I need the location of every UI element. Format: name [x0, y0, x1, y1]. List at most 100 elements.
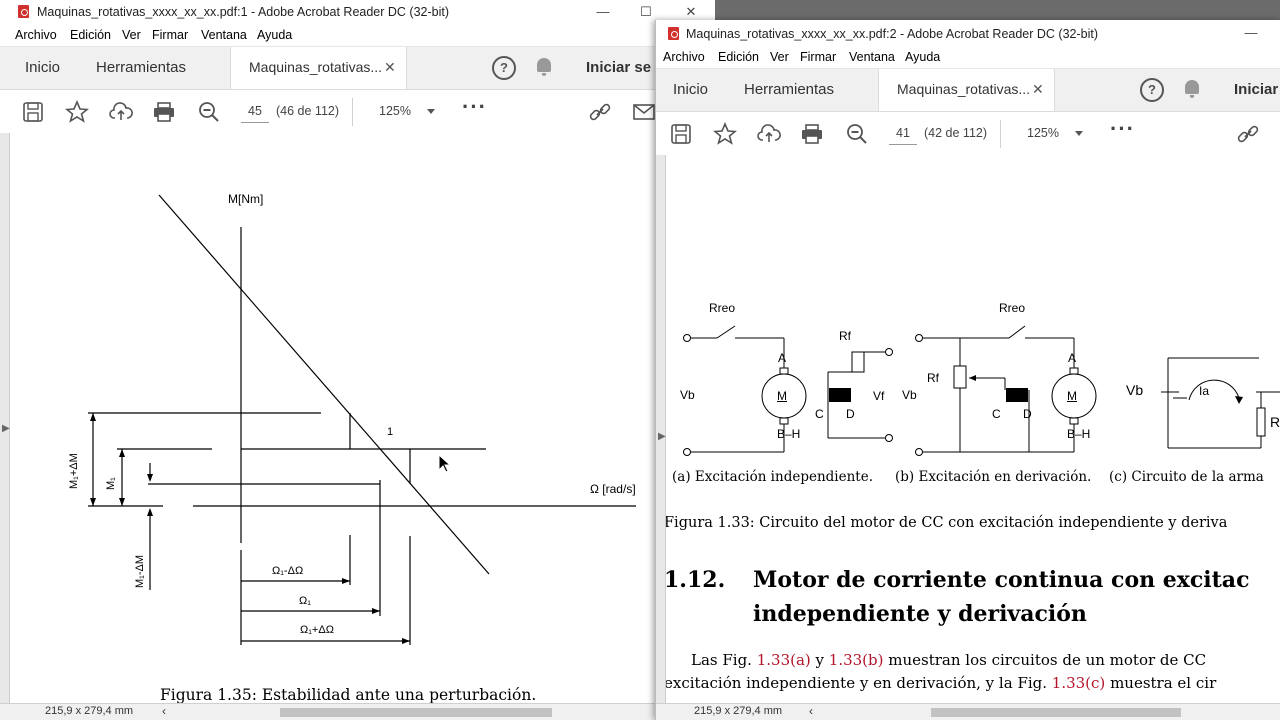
cloud-upload-icon[interactable] — [109, 100, 133, 124]
menu-ventana[interactable]: Ventana — [849, 50, 895, 64]
menu-ver[interactable]: Ver — [122, 28, 141, 42]
close-tab-icon[interactable]: ✕ — [1032, 81, 1044, 98]
bell-icon[interactable] — [1185, 80, 1199, 98]
link-fig-a[interactable]: 1.33(a) — [757, 651, 811, 669]
y-axis-label: M[Nm] — [228, 192, 264, 206]
acrobat-window-1: Maquinas_rotativas_xxxx_xx_xx.pdf:1 - Ad… — [0, 0, 715, 720]
close-button[interactable]: ✕ — [676, 3, 706, 21]
tab-tools[interactable]: Herramientas — [96, 59, 186, 76]
bell-icon[interactable] — [537, 58, 551, 76]
a-label-b: A — [1068, 351, 1077, 365]
r-label-c: R — [1270, 414, 1280, 430]
save-icon[interactable] — [21, 100, 45, 124]
stability-figure — [88, 194, 636, 645]
tab-document[interactable]: Maquinas_rotativas... ✕ — [230, 47, 407, 89]
tab-document[interactable]: Maquinas_rotativas... ✕ — [878, 69, 1055, 111]
c-label-b: C — [992, 407, 1001, 421]
c-label-a: C — [815, 407, 824, 421]
tab-home[interactable]: Inicio — [673, 81, 708, 98]
share-link-icon[interactable] — [588, 100, 612, 124]
print-icon[interactable] — [152, 100, 176, 124]
mail-icon[interactable] — [632, 100, 656, 124]
m-minus-label: M₁-ΔM — [134, 554, 146, 588]
page-size: 215,9 x 279,4 mm — [45, 705, 134, 717]
document-view[interactable]: Rreo Vb A M B–H Rf C D Vf Rreo Vb Rf C D… — [666, 155, 1280, 704]
vf-label: Vf — [873, 389, 885, 403]
star-icon[interactable] — [712, 121, 738, 146]
figure-caption: Figura 1.33: Circuito del motor de CC co… — [666, 515, 1228, 531]
document-view[interactable]: M[Nm] Ω [rad/s] 1 M₁+ΔM M₁ M₁-ΔM Ω₁-ΔΩ Ω… — [10, 133, 715, 704]
page-count: (42 de 112) — [924, 126, 988, 140]
bh-label-b: B–H — [1067, 427, 1091, 441]
scroll-left-icon[interactable]: ‹ — [162, 704, 166, 718]
menu-ayuda[interactable]: Ayuda — [257, 28, 292, 42]
close-tab-icon[interactable]: ✕ — [384, 59, 396, 76]
menu-firmar[interactable]: Firmar — [152, 28, 188, 42]
zoom-value: 125% — [379, 104, 411, 118]
zoom-select[interactable]: 125% — [1027, 126, 1083, 140]
menu-bar: Archivo Edición Ver Firmar Ventana Ayuda — [656, 46, 1280, 68]
vb-label-b: Vb — [902, 388, 917, 402]
zoom-select[interactable]: 125% — [379, 104, 435, 118]
menu-archivo[interactable]: Archivo — [663, 50, 705, 64]
tab-home[interactable]: Inicio — [25, 59, 60, 76]
figure-caption: Figura 1.35: Estabilidad ante una pertur… — [160, 686, 537, 704]
menu-edicion[interactable]: Edición — [718, 50, 759, 64]
pdf-icon — [668, 27, 679, 40]
cloud-upload-icon[interactable] — [757, 122, 781, 146]
page-number-input[interactable]: 41 — [889, 122, 917, 145]
section-title-line2: independiente y derivación — [753, 601, 1087, 627]
menu-ventana[interactable]: Ventana — [201, 28, 247, 42]
left-panel-toggle[interactable]: ▶ — [0, 133, 10, 703]
torque-curve — [158, 194, 490, 575]
motor-label-b: M — [1067, 389, 1077, 403]
chevron-down-icon — [426, 109, 435, 115]
help-icon[interactable]: ? — [492, 56, 516, 80]
menu-archivo[interactable]: Archivo — [15, 28, 57, 42]
w1-label: Ω₁ — [299, 595, 311, 607]
bh-label-a: B–H — [777, 427, 801, 441]
maximize-button[interactable]: ☐ — [631, 3, 661, 21]
signin-button[interactable]: Iniciar se — [586, 59, 651, 76]
status-bar: 215,9 x 279,4 mm ‹ — [0, 703, 715, 720]
ia-label: Ia — [1199, 384, 1210, 398]
star-icon[interactable] — [64, 99, 90, 124]
paragraph-line2: excitación independiente y en derivación… — [666, 674, 1216, 692]
share-link-icon[interactable] — [1236, 122, 1260, 146]
menu-ayuda[interactable]: Ayuda — [905, 50, 940, 64]
tab-document-label: Maquinas_rotativas... — [249, 59, 383, 75]
menu-firmar[interactable]: Firmar — [800, 50, 836, 64]
more-options-icon[interactable]: ··· — [462, 96, 487, 118]
zoom-out-icon[interactable] — [845, 122, 869, 146]
a-label-a: A — [778, 351, 787, 365]
more-options-icon[interactable]: ··· — [1110, 118, 1135, 140]
minimize-button[interactable]: — — [1236, 24, 1266, 42]
link-fig-c[interactable]: 1.33(c) — [1052, 674, 1106, 692]
title-bar: Maquinas_rotativas_xxxx_xx_xx.pdf:2 - Ad… — [656, 20, 1280, 46]
zoom-value: 125% — [1027, 126, 1059, 140]
signin-button[interactable]: Iniciar — [1234, 81, 1278, 98]
paragraph-line1: Las Fig. 1.33(a) y 1.33(b) muestran los … — [691, 651, 1206, 669]
save-icon[interactable] — [669, 122, 693, 146]
minimize-button[interactable]: — — [588, 3, 618, 21]
page-number-input[interactable]: 45 — [241, 100, 269, 123]
menu-edicion[interactable]: Edición — [70, 28, 111, 42]
tab-tools[interactable]: Herramientas — [744, 81, 834, 98]
window-title: Maquinas_rotativas_xxxx_xx_xx.pdf:1 - Ad… — [37, 5, 450, 19]
section-title-line1: Motor de corriente continua con excitac — [753, 567, 1250, 593]
horizontal-scrollbar[interactable] — [280, 708, 552, 717]
link-fig-b[interactable]: 1.33(b) — [829, 651, 884, 669]
vb-label-c: Vb — [1126, 382, 1144, 398]
mouse-cursor-icon — [438, 454, 452, 473]
help-icon[interactable]: ? — [1140, 78, 1164, 102]
zoom-out-icon[interactable] — [197, 100, 221, 124]
menu-ver[interactable]: Ver — [770, 50, 789, 64]
left-panel-toggle[interactable]: ▶ — [656, 155, 666, 704]
w-minus-label: Ω₁-ΔΩ — [272, 565, 304, 577]
para-text: muestran los circuitos de un motor de CC — [883, 651, 1207, 669]
horizontal-scrollbar[interactable] — [931, 708, 1181, 717]
print-icon[interactable] — [800, 122, 824, 146]
acrobat-window-2: Maquinas_rotativas_xxxx_xx_xx.pdf:2 - Ad… — [655, 20, 1280, 720]
toolbar: 41 (42 de 112) 125% ··· — [656, 112, 1280, 157]
scroll-left-icon[interactable]: ‹ — [809, 704, 813, 718]
